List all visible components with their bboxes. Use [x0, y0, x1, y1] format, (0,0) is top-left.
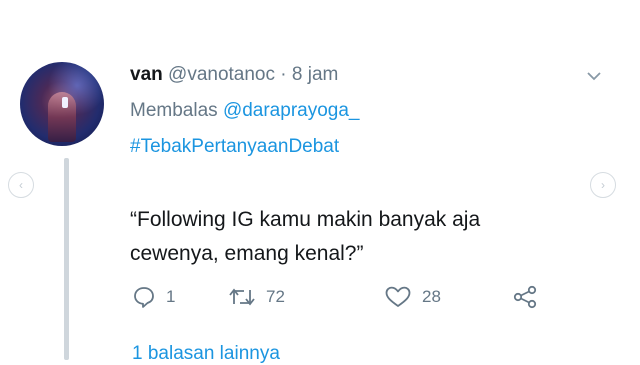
tweet-text: “Following IG kamu makin banyak aja cewe…: [130, 208, 481, 265]
heart-icon: [385, 286, 411, 307]
tweet-menu-button[interactable]: [584, 66, 604, 86]
chevron-right-icon: ›: [601, 178, 605, 192]
thread-line: [64, 158, 69, 360]
tweet-header: van @vanotanoc · 8 jam: [130, 64, 338, 86]
like-button[interactable]: 28: [384, 285, 441, 309]
avatar-microphone: [62, 97, 68, 108]
avatar[interactable]: [20, 62, 104, 146]
retweet-arrows-icon: [229, 288, 255, 306]
nav-next-button[interactable]: ›: [590, 172, 616, 198]
tweet-time[interactable]: 8 jam: [292, 64, 338, 85]
share-button[interactable]: [512, 285, 538, 309]
more-replies-link[interactable]: 1 balasan lainnya: [132, 343, 280, 365]
chevron-left-icon: ‹: [19, 178, 23, 192]
like-count: 28: [422, 287, 441, 306]
user-handle[interactable]: @vanotanoc: [168, 64, 275, 85]
chevron-down-icon: [587, 71, 601, 80]
reply-mention-link[interactable]: @daraprayoga_: [223, 100, 360, 121]
hashtag-link[interactable]: #TebakPertanyaanDebat: [130, 136, 339, 158]
header-separator: ·: [280, 64, 287, 85]
reply-prefix: Membalas: [130, 100, 218, 121]
reply-count: 1: [166, 287, 176, 306]
share-nodes-icon: [513, 285, 537, 309]
reply-button[interactable]: 1: [132, 285, 175, 309]
display-name[interactable]: van: [130, 64, 163, 85]
retweet-button[interactable]: 72: [228, 285, 285, 309]
replying-to: Membalas @daraprayoga_: [130, 100, 359, 122]
retweet-count: 72: [266, 287, 285, 306]
nav-prev-button[interactable]: ‹: [8, 172, 34, 198]
speech-bubble-icon: [134, 287, 154, 308]
